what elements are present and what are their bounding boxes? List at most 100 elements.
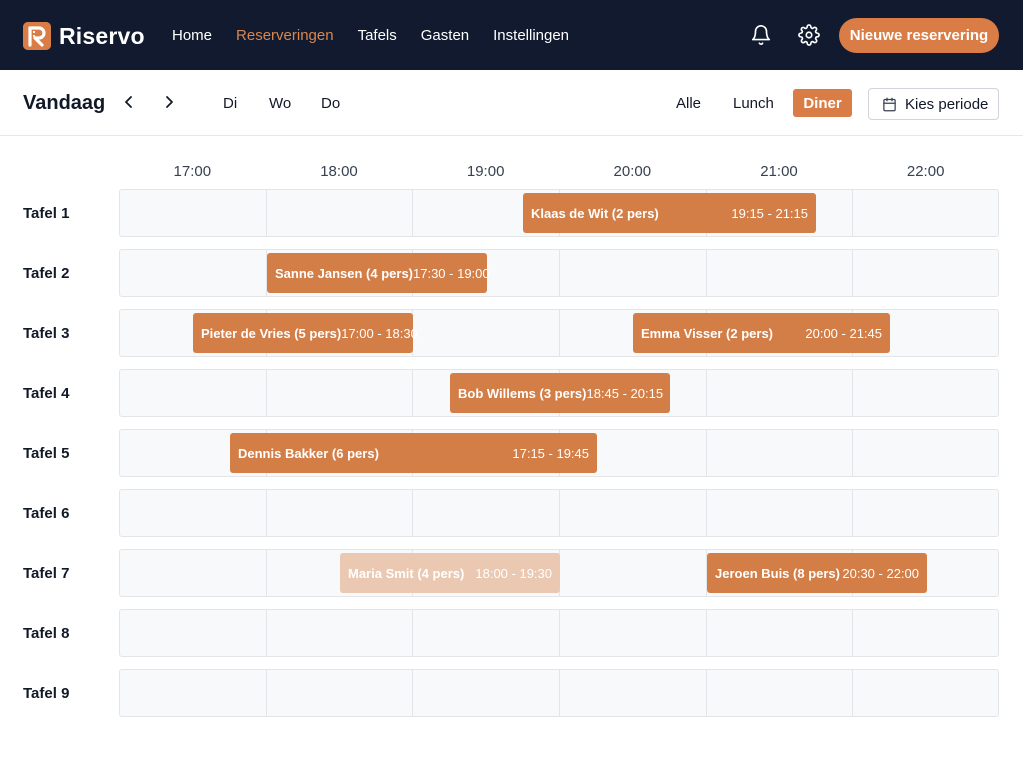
grid-divider	[706, 370, 707, 416]
hour-label: 22:00	[906, 163, 945, 180]
choose-period-button[interactable]: Kies periode	[868, 88, 999, 120]
grid-divider	[706, 250, 707, 296]
hour-label: 20:00	[613, 163, 652, 180]
grid-divider	[266, 370, 267, 416]
new-reservation-button[interactable]: Nieuwe reservering	[839, 18, 999, 53]
grid-divider	[706, 430, 707, 476]
table-row-track[interactable]: Pieter de Vries (5 pers) 17:00 - 18:30 Emm…	[119, 309, 999, 357]
reservation-guest: Klaas de Wit (2 pers)	[531, 205, 659, 221]
reservation-block[interactable]: Jeroen Buis (8 pers) 20:30 - 22:00	[707, 553, 927, 593]
gear-icon[interactable]	[798, 24, 820, 46]
hour-label: 19:00	[466, 163, 505, 180]
hour-label: 17:00	[173, 163, 212, 180]
main-nav: Home Reserveringen Tafels Gasten Instell…	[172, 27, 593, 44]
day-tab-di[interactable]: Di	[223, 95, 237, 112]
grid-divider	[559, 670, 560, 716]
reservation-time: 20:00 - 21:45	[805, 325, 882, 341]
grid-divider	[412, 670, 413, 716]
table-label: Tafel 7	[23, 565, 70, 582]
grid-divider	[266, 670, 267, 716]
reservation-time: 18:00 - 19:30	[475, 565, 552, 581]
nav-item-tafels[interactable]: Tafels	[358, 27, 397, 44]
day-tab-do[interactable]: Do	[321, 95, 340, 112]
table-label: Tafel 4	[23, 385, 70, 402]
chevron-left-icon[interactable]	[121, 94, 137, 110]
grid-divider	[266, 610, 267, 656]
table-row-track[interactable]	[119, 489, 999, 537]
grid-divider	[706, 610, 707, 656]
nav-item-home[interactable]: Home	[172, 27, 212, 44]
grid-divider	[559, 490, 560, 536]
bell-icon[interactable]	[750, 24, 772, 46]
grid-divider	[852, 430, 853, 476]
reservation-guest: Jeroen Buis (8 pers)	[715, 565, 840, 581]
grid-divider	[559, 610, 560, 656]
reservation-block[interactable]: Klaas de Wit (2 pers) 19:15 - 21:15	[523, 193, 816, 233]
reservation-block[interactable]: Pieter de Vries (5 pers) 17:00 - 18:30	[193, 313, 418, 353]
reservation-time: 19:15 - 21:15	[731, 205, 808, 221]
table-row-track[interactable]: Klaas de Wit (2 pers) 19:15 - 21:15	[119, 189, 999, 237]
table-label: Tafel 1	[23, 205, 70, 222]
reservation-block[interactable]: Emma Visser (2 pers) 20:00 - 21:45	[633, 313, 890, 353]
nav-item-reserveringen[interactable]: Reserveringen	[236, 27, 334, 44]
grid-divider	[412, 610, 413, 656]
table-label: Tafel 2	[23, 265, 70, 282]
table-label: Tafel 5	[23, 445, 70, 462]
page-title: Vandaag	[23, 92, 106, 114]
reservation-time: 17:00 - 18:30	[341, 325, 418, 341]
reservation-block[interactable]: Dennis Bakker (6 pers) 17:15 - 19:45	[230, 433, 597, 473]
table-row-track[interactable]: Dennis Bakker (6 pers) 17:15 - 19:45	[119, 429, 999, 477]
grid-divider	[412, 190, 413, 236]
grid-divider	[412, 370, 413, 416]
reservation-guest: Maria Smit (4 pers)	[348, 565, 465, 581]
filter-lunch[interactable]: Lunch	[733, 95, 774, 112]
hour-label: 21:00	[760, 163, 798, 180]
grid-divider	[559, 250, 560, 296]
grid-divider	[852, 610, 853, 656]
reservation-time: 17:15 - 19:45	[512, 445, 589, 461]
day-tab-wo[interactable]: Wo	[269, 95, 291, 112]
nav-item-instellingen[interactable]: Instellingen	[493, 27, 569, 44]
reservation-time: 18:45 - 20:15	[586, 385, 664, 401]
nav-item-gasten[interactable]: Gasten	[421, 27, 469, 44]
reservation-block[interactable]: Bob Willems (3 pers) 18:45 - 20:15	[450, 373, 670, 413]
grid-divider	[852, 250, 853, 296]
hour-label: 18:00	[320, 163, 358, 180]
table-label: Tafel 6	[23, 505, 70, 522]
grid-divider	[266, 190, 267, 236]
reservation-guest: Emma Visser (2 pers)	[641, 325, 773, 341]
top-navigation-bar: Riservo Home Reserveringen Tafels Gasten…	[0, 0, 1023, 70]
reservation-block[interactable]: Maria Smit (4 pers) 18:00 - 19:30	[340, 553, 560, 593]
grid-divider	[706, 490, 707, 536]
table-row-track[interactable]: Sanne Jansen (4 pers) 17:30 - 19:00	[119, 249, 999, 297]
table-label: Tafel 9	[23, 685, 70, 702]
table-row-track[interactable]	[119, 669, 999, 717]
brand-name: Riservo	[59, 22, 145, 49]
table-row-track[interactable]: Bob Willems (3 pers) 18:45 - 20:15	[119, 369, 999, 417]
filter-diner[interactable]: Diner	[793, 89, 852, 117]
table-label: Tafel 8	[23, 625, 70, 642]
reservation-guest: Dennis Bakker (6 pers)	[238, 445, 379, 461]
grid-divider	[852, 490, 853, 536]
filter-alle[interactable]: Alle	[676, 95, 701, 112]
choose-period-label: Kies periode	[905, 95, 989, 113]
logo-icon	[23, 22, 51, 50]
table-row-track[interactable]	[119, 609, 999, 657]
chevron-right-icon[interactable]	[161, 94, 177, 110]
grid-divider	[852, 670, 853, 716]
table-row-track[interactable]: Maria Smit (4 pers) 18:00 - 19:30 Jeroen B…	[119, 549, 999, 597]
grid-divider	[266, 490, 267, 536]
reservation-guest: Pieter de Vries (5 pers)	[201, 325, 342, 341]
grid-divider	[852, 190, 853, 236]
brand-logo[interactable]: Riservo	[23, 22, 145, 50]
reservation-guest: Sanne Jansen (4 pers)	[275, 265, 413, 281]
date-toolbar: Vandaag Di Wo Do Alle Lunch Diner Kies p…	[0, 70, 1023, 136]
grid-divider	[266, 550, 267, 596]
table-label: Tafel 3	[23, 325, 70, 342]
grid-divider	[412, 490, 413, 536]
reservation-time: 17:30 - 19:00	[413, 265, 490, 281]
reservation-time: 20:30 - 22:00	[842, 565, 919, 581]
reservation-block[interactable]: Sanne Jansen (4 pers) 17:30 - 19:00	[267, 253, 490, 293]
reservation-guest: Bob Willems (3 pers)	[458, 385, 587, 401]
grid-divider	[559, 310, 560, 356]
